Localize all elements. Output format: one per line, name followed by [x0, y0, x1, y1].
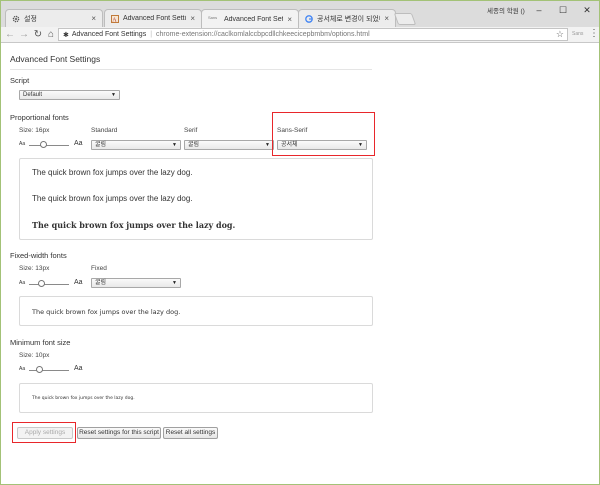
sans-text-icon: Sans [208, 15, 218, 20]
dropdown-arrow-icon: ▼ [172, 280, 177, 286]
forward-arrow-icon[interactable]: → [18, 28, 30, 41]
tab-settings[interactable]: 설정 × [5, 9, 103, 27]
gear-icon [12, 15, 20, 23]
large-aa-label: Aa [74, 279, 83, 286]
extension-puzzle-icon: ✱ [63, 31, 69, 39]
proportional-sample-box: The quick brown fox jumps over the lazy … [19, 158, 373, 240]
address-bar[interactable]: ✱ Advanced Font Settings | chrome-extens… [58, 28, 568, 41]
tab-title: Advanced Font Settings [224, 15, 283, 23]
profile-name[interactable]: 세종의 학원 () [487, 5, 525, 15]
sans-serif-sample-text: The quick brown fox jumps over the lazy … [32, 220, 236, 230]
close-icon[interactable]: × [91, 14, 96, 23]
standard-font-value: 굴림 [95, 142, 107, 148]
standard-font-select[interactable]: 굴림 ▼ [91, 140, 181, 150]
extension-sans-button[interactable]: Sans [572, 31, 583, 37]
serif-label: Serif [184, 127, 198, 134]
fixed-width-heading: Fixed-width fonts [10, 251, 67, 260]
minimum-size-heading: Minimum font size [10, 338, 71, 347]
reset-script-button[interactable]: Reset settings for this script [77, 427, 161, 439]
apply-highlight-box [12, 422, 76, 443]
slider-thumb[interactable] [40, 141, 47, 148]
script-heading: Script [10, 76, 30, 85]
fixed-sample-text: The quick brown fox jumps over the lazy … [32, 308, 181, 316]
slider-thumb[interactable] [36, 366, 43, 373]
fixed-font-select[interactable]: 굴림 ▼ [91, 278, 181, 288]
google-icon [305, 14, 313, 23]
large-aa-label: Aa [74, 365, 83, 372]
tab-strip: 설정 × A Advanced Font Settings × Sans Adv… [1, 1, 599, 28]
divider [10, 69, 372, 70]
reset-all-button[interactable]: Reset all settings [163, 427, 218, 439]
browser-toolbar: ← → ↻ ⌂ ✱ Advanced Font Settings | chrom… [1, 27, 599, 43]
minimum-sample-text: The quick brown fox jumps over the lazy … [32, 396, 135, 401]
large-aa-label: Aa [74, 140, 83, 147]
options-page: Advanced Font Settings Script Default ▼ … [1, 44, 599, 484]
divider: | [150, 31, 153, 38]
script-select[interactable]: Default ▼ [19, 90, 120, 100]
font-extension-icon: A [111, 14, 119, 23]
standard-sample-text: The quick brown fox jumps over the lazy … [32, 168, 193, 177]
serif-font-value: 굴림 [188, 142, 200, 148]
tab-title: 공서체로 변경이 되었네 [317, 15, 381, 23]
tab-advanced-font-settings-1[interactable]: A Advanced Font Settings × [104, 9, 202, 27]
menu-kebab-icon[interactable]: ⋮ [589, 28, 599, 39]
tab-google-search[interactable]: 공서체로 변경이 되었네 × [298, 9, 396, 27]
dropdown-arrow-icon: ▼ [111, 92, 116, 98]
dropdown-arrow-icon: ▼ [172, 142, 177, 148]
serif-font-select[interactable]: 굴림 ▼ [184, 140, 274, 150]
new-tab-button[interactable] [393, 13, 417, 25]
fixed-size-slider[interactable]: Aa Aa [19, 279, 89, 288]
serif-sample-text: The quick brown fox jumps over the lazy … [32, 194, 193, 203]
proportional-size-slider[interactable]: Aa Aa [19, 140, 89, 149]
fixed-size-label: Size: 13px [19, 265, 50, 272]
dropdown-arrow-icon: ▼ [265, 142, 270, 148]
proportional-size-label: Size: 16px [19, 127, 50, 134]
back-arrow-icon[interactable]: ← [4, 28, 16, 41]
tab-title: 설정 [24, 15, 37, 23]
svg-text:A: A [112, 17, 117, 23]
close-icon[interactable]: × [287, 15, 292, 24]
site-label: Advanced Font Settings [71, 31, 147, 38]
home-icon[interactable]: ⌂ [45, 28, 57, 41]
slider-track [29, 145, 69, 146]
bookmark-star-icon[interactable]: ☆ [556, 29, 564, 40]
proportional-heading: Proportional fonts [10, 113, 69, 122]
browser-window: 설정 × A Advanced Font Settings × Sans Adv… [0, 0, 600, 485]
reload-icon[interactable]: ↻ [32, 28, 44, 41]
close-icon[interactable]: × [384, 14, 389, 23]
close-window-icon[interactable]: ✕ [577, 3, 597, 17]
url-text: chrome-extension://caclkomlalccbpcdllchk… [156, 31, 370, 38]
script-select-value: Default [23, 92, 43, 98]
maximize-icon[interactable]: ☐ [553, 3, 573, 17]
tab-title: Advanced Font Settings [123, 15, 186, 22]
minimize-icon[interactable]: – [529, 3, 549, 17]
fixed-sample-box: The quick brown fox jumps over the lazy … [19, 296, 373, 326]
page-title: Advanced Font Settings [10, 54, 101, 64]
fixed-font-value: 굴림 [95, 280, 107, 286]
minimum-size-slider[interactable]: Aa Aa [19, 365, 89, 374]
slider-track [29, 284, 69, 285]
tab-advanced-font-settings-2[interactable]: Sans Advanced Font Settings × [201, 9, 299, 28]
close-icon[interactable]: × [190, 14, 195, 23]
small-aa-label: Aa [19, 366, 26, 372]
small-aa-label: Aa [19, 141, 26, 147]
sans-serif-highlight-box [272, 112, 375, 156]
minimum-sample-box: The quick brown fox jumps over the lazy … [19, 383, 373, 413]
minimum-size-label: Size: 10px [19, 352, 50, 359]
small-aa-label: Aa [19, 280, 26, 286]
fixed-label: Fixed [91, 265, 107, 272]
slider-thumb[interactable] [38, 280, 45, 287]
slider-track [29, 370, 69, 371]
standard-label: Standard [91, 127, 118, 134]
